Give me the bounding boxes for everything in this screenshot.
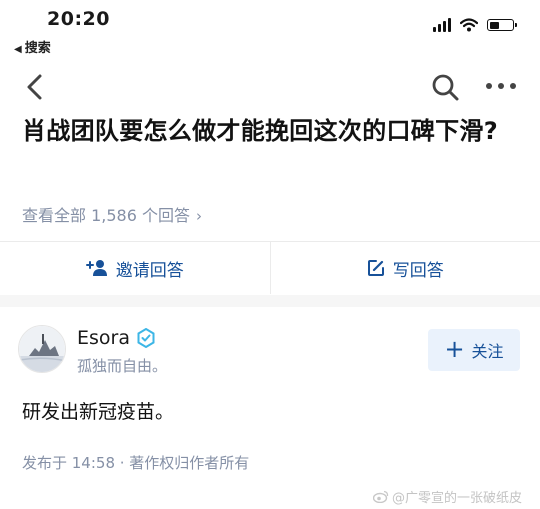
author-name[interactable]: Esora xyxy=(77,327,156,349)
question-action-bar: 邀请回答 写回答 xyxy=(0,242,540,294)
question-title[interactable]: 肖战团队要怎么做才能挽回这次的口碑下滑? xyxy=(22,114,522,149)
add-person-icon xyxy=(85,260,107,276)
verified-badge-icon xyxy=(137,328,155,348)
write-answer-label: 写回答 xyxy=(392,260,444,281)
invite-answer-label: 邀请回答 xyxy=(115,260,184,281)
chevron-left-icon xyxy=(27,74,42,100)
battery-icon xyxy=(487,19,517,31)
answer-content[interactable]: 研发出新冠疫苗。 xyxy=(22,397,174,424)
watermark: @广零宣的一张破纸皮 xyxy=(373,487,522,506)
search-button[interactable] xyxy=(430,72,460,102)
edit-icon xyxy=(367,260,384,276)
follow-label: 关注 xyxy=(471,342,504,361)
nav-bar xyxy=(0,62,540,112)
status-bar: 20:20 ◀ 搜索 xyxy=(0,0,540,62)
back-app-label: 搜索 xyxy=(24,41,51,56)
back-triangle-icon: ◀ xyxy=(14,44,22,55)
back-button[interactable] xyxy=(22,72,50,102)
watermark-text: @广零宣的一张破纸皮 xyxy=(392,491,523,506)
status-icons xyxy=(433,18,517,32)
status-time: 20:20 xyxy=(47,8,110,30)
more-dots-icon xyxy=(486,83,516,89)
follow-button[interactable]: + 关注 xyxy=(428,329,520,371)
invite-answer-button[interactable]: 邀请回答 xyxy=(0,242,270,294)
back-to-app-link[interactable]: ◀ 搜索 xyxy=(14,37,51,56)
answer-meta: 发布于 14:58 · 著作权归作者所有 xyxy=(22,454,250,472)
weibo-logo-icon xyxy=(373,490,389,503)
search-icon xyxy=(432,74,459,101)
author-avatar[interactable] xyxy=(18,325,66,373)
author-bio: 孤独而自由。 xyxy=(77,357,168,375)
more-button[interactable] xyxy=(484,76,518,96)
view-all-label: 查看全部 1,586 个回答 xyxy=(22,206,190,225)
cellular-signal-icon xyxy=(433,18,451,32)
author-name-text: Esora xyxy=(77,327,130,349)
section-gap xyxy=(0,295,540,307)
write-answer-button[interactable]: 写回答 xyxy=(271,242,540,294)
view-all-answers-link[interactable]: 查看全部 1,586 个回答 › xyxy=(22,202,202,226)
chevron-right-icon: › xyxy=(195,207,202,225)
wifi-icon xyxy=(460,18,478,32)
plus-icon: + xyxy=(444,335,465,363)
